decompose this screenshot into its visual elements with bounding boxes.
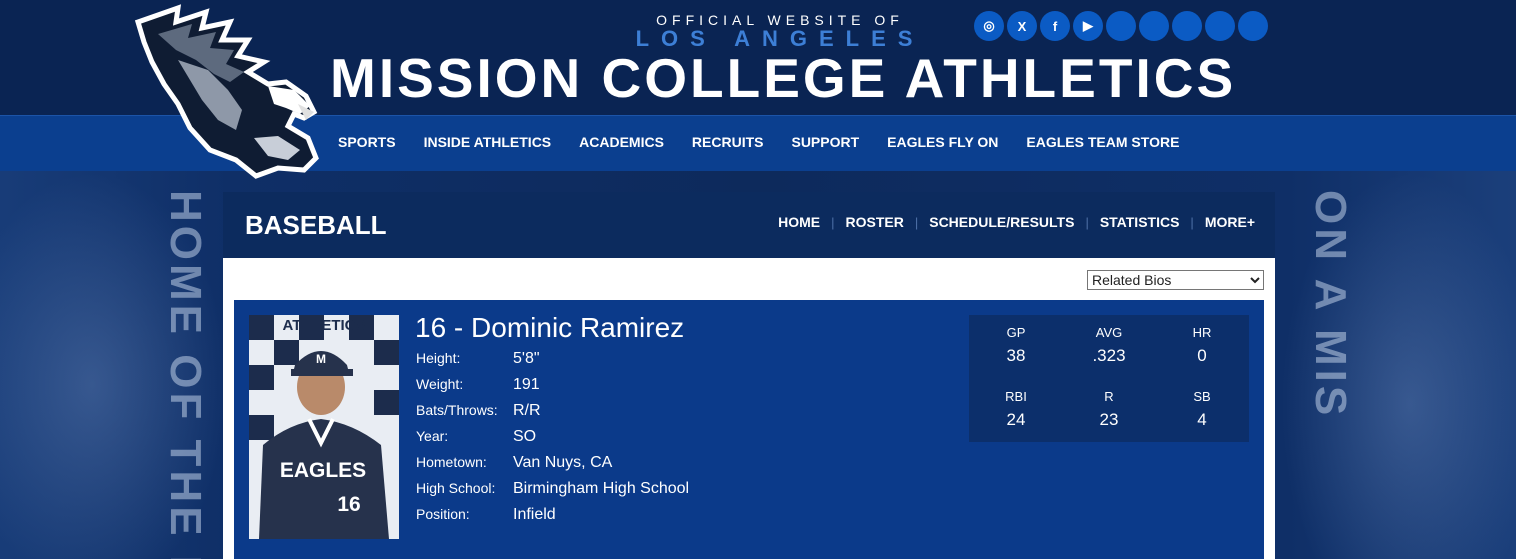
nav-divider: | <box>914 214 919 230</box>
player-name: 16 - Dominic Ramirez <box>415 312 685 343</box>
sport-nav-home[interactable]: HOME <box>778 214 820 230</box>
related-bios-select[interactable]: Related Bios <box>1087 270 1264 290</box>
sport-nav-roster[interactable]: ROSTER <box>846 214 904 230</box>
player-photo: ATHLETICS M EAGLES 16 <box>249 315 399 539</box>
stat-value: 4 <box>1197 410 1207 429</box>
svg-text:M: M <box>316 352 326 366</box>
fact-value: Van Nuys, CA <box>513 454 613 471</box>
player-facts: Height: 5'8" Weight: 191 Bats/Throws: R/… <box>416 350 689 532</box>
fact-label: Hometown: <box>416 454 487 470</box>
fact-hometown: Hometown: Van Nuys, CA <box>416 454 689 480</box>
fact-value: R/R <box>513 402 541 419</box>
stat-label: HR <box>1192 325 1212 340</box>
fact-value: 191 <box>513 376 540 393</box>
main-nav: SPORTS INSIDE ATHLETICS ACADEMICS RECRUI… <box>338 134 1179 150</box>
stat-value: 24 <box>1006 410 1026 429</box>
nav-academics[interactable]: ACADEMICS <box>579 134 664 150</box>
sport-title[interactable]: BASEBALL <box>245 210 387 241</box>
social-icon-8[interactable] <box>1205 11 1235 41</box>
fact-label: Bats/Throws: <box>416 402 498 418</box>
fact-height: Height: 5'8" <box>416 350 689 376</box>
stat-sb: SB 4 <box>1155 389 1249 430</box>
player-bio-panel: ATHLETICS M EAGLES 16 16 - Dominic Ramir… <box>234 300 1264 559</box>
social-links: ◎ X f ▶ <box>974 11 1268 41</box>
fact-label: Year: <box>416 428 449 444</box>
stat-avg: AVG .323 <box>1062 325 1156 366</box>
nav-eagles-fly-on[interactable]: EAGLES FLY ON <box>887 134 998 150</box>
nav-divider: | <box>1085 214 1089 230</box>
svg-text:EAGLES: EAGLES <box>280 459 366 482</box>
stat-rbi: RBI 24 <box>969 389 1063 430</box>
social-icon-9[interactable] <box>1238 11 1268 41</box>
site-title[interactable]: MISSION COLLEGE ATHLETICS <box>330 46 1233 110</box>
fact-value: SO <box>513 428 537 445</box>
player-stats-box: GP 38 AVG .323 HR 0 RBI 24 R 23 SB 4 <box>969 315 1249 442</box>
sport-header: BASEBALL HOME | ROSTER | SCHEDULE/RESULT… <box>223 192 1275 258</box>
fact-weight: Weight: 191 <box>416 376 689 402</box>
sport-nav-statistics[interactable]: STATISTICS <box>1100 214 1180 230</box>
social-icon-6[interactable] <box>1139 11 1169 41</box>
fact-position: Position: Infield <box>416 506 689 532</box>
sport-nav: HOME | ROSTER | SCHEDULE/RESULTS | STATI… <box>778 214 1255 230</box>
fact-label: Weight: <box>416 376 464 392</box>
fact-bats-throws: Bats/Throws: R/R <box>416 402 689 428</box>
youtube-icon[interactable]: ▶ <box>1073 11 1103 41</box>
nav-recruits[interactable]: RECRUITS <box>692 134 764 150</box>
stat-label: AVG <box>1095 325 1123 340</box>
stat-label: R <box>1104 389 1114 404</box>
fact-label: Position: <box>416 506 470 522</box>
fact-label: Height: <box>416 350 461 366</box>
stat-value: 23 <box>1099 410 1119 429</box>
stat-gp: GP 38 <box>969 325 1063 366</box>
fact-high-school: High School: Birmingham High School <box>416 480 689 506</box>
bio-content: Related Bios ATHLETICS M EAGLES 16 16 - … <box>223 258 1275 559</box>
stat-hr: HR 0 <box>1155 325 1249 366</box>
sport-nav-schedule-results[interactable]: SCHEDULE/RESULTS <box>929 214 1074 230</box>
stat-r: R 23 <box>1062 389 1156 430</box>
nav-inside-athletics[interactable]: INSIDE ATHLETICS <box>424 134 552 150</box>
nav-divider: | <box>831 214 835 230</box>
svg-text:16: 16 <box>337 493 360 516</box>
x-icon[interactable]: X <box>1007 11 1037 41</box>
sport-nav-more[interactable]: MORE+ <box>1205 214 1255 230</box>
stat-label: SB <box>1193 389 1211 404</box>
background-slogan-left: HOME OF THE EA <box>161 190 210 559</box>
fact-value: Infield <box>513 506 556 523</box>
social-icon-5[interactable] <box>1106 11 1136 41</box>
nav-sports[interactable]: SPORTS <box>338 134 396 150</box>
stat-value: 0 <box>1197 346 1207 365</box>
stat-value: .323 <box>1092 346 1126 365</box>
eagle-logo[interactable] <box>118 0 324 182</box>
facebook-icon[interactable]: f <box>1040 11 1070 41</box>
fact-year: Year: SO <box>416 428 689 454</box>
nav-divider: | <box>1190 214 1194 230</box>
fact-value: Birmingham High School <box>513 480 690 497</box>
instagram-icon[interactable]: ◎ <box>974 11 1004 41</box>
svg-text:ATHLETICS: ATHLETICS <box>282 317 365 334</box>
background-slogan-right: ON A MIS <box>1306 190 1355 420</box>
stat-label: RBI <box>1005 389 1027 404</box>
fact-value: 5'8" <box>513 350 540 367</box>
nav-support[interactable]: SUPPORT <box>791 134 859 150</box>
stat-label: GP <box>1006 325 1026 340</box>
social-icon-7[interactable] <box>1172 11 1202 41</box>
nav-eagles-team-store[interactable]: EAGLES TEAM STORE <box>1026 134 1179 150</box>
stat-value: 38 <box>1006 346 1026 365</box>
fact-label: High School: <box>416 480 496 496</box>
